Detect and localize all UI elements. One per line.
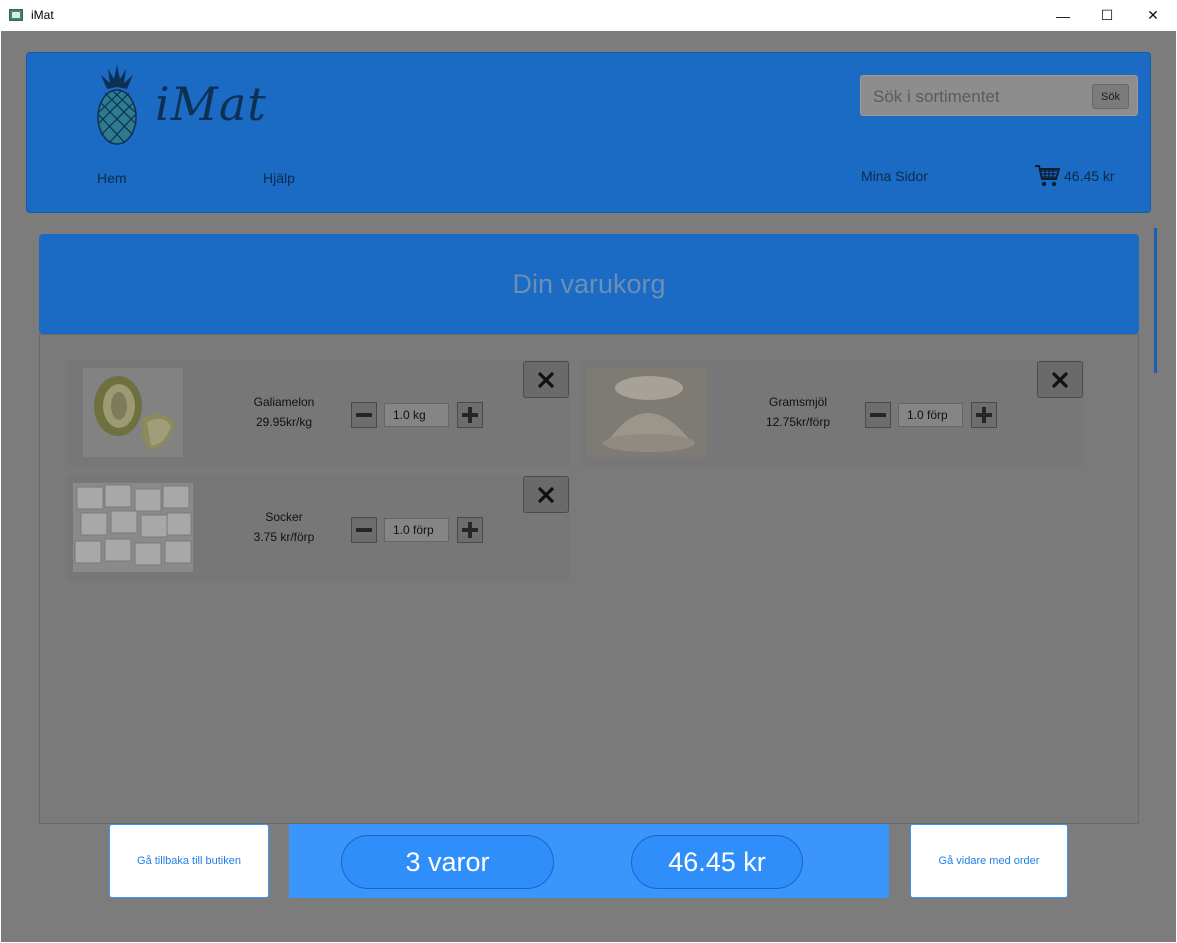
remove-item-button[interactable] [1037, 361, 1083, 398]
header-cart-total[interactable]: 46.45 kr [1064, 168, 1115, 184]
increase-quantity-button[interactable] [457, 517, 483, 543]
product-image-galiamelon [83, 368, 183, 457]
search-field[interactable]: Sök i sortimentet Sök [860, 75, 1138, 116]
item-price: 3.75 kr/förp [253, 530, 315, 544]
minimize-button[interactable]: — [1040, 0, 1086, 31]
back-to-store-button[interactable]: Gå tillbaka till butiken [109, 824, 269, 898]
cart-items-panel: Galiamelon 29.95kr/kg 1.0 kg Gramsmjöl 1… [39, 334, 1139, 824]
app-client-area: iMat Sök i sortimentet Sök Hem Hjälp Min… [1, 31, 1176, 942]
page-title: Din varukorg [512, 268, 666, 299]
window-titlebar: iMat — ☐ ✕ [0, 0, 1177, 31]
product-image-socker [73, 483, 193, 572]
logo-text[interactable]: iMat [155, 77, 267, 131]
proceed-to-order-button[interactable]: Gå vidare med order [910, 824, 1068, 898]
nav-my-pages[interactable]: Mina Sidor [861, 168, 928, 184]
nav-help[interactable]: Hjälp [263, 170, 295, 186]
item-name: Galiamelon [253, 395, 315, 409]
cart-item: Galiamelon 29.95kr/kg 1.0 kg [67, 360, 570, 466]
increase-quantity-button[interactable] [457, 402, 483, 428]
quantity-field[interactable]: 1.0 kg [384, 403, 449, 427]
remove-item-button[interactable] [523, 476, 569, 513]
window-title: iMat [31, 8, 54, 22]
decrease-quantity-button[interactable] [351, 517, 377, 543]
pineapple-logo-icon [97, 65, 137, 145]
quantity-field[interactable]: 1.0 förp [898, 403, 963, 427]
cart-item: Gramsmjöl 12.75kr/förp 1.0 förp [581, 360, 1084, 466]
cart-summary-bar: 3 varor 46.45 kr [289, 824, 889, 898]
scrollbar[interactable] [1154, 228, 1157, 373]
item-price: 12.75kr/förp [765, 415, 831, 429]
cart-total-badge: 46.45 kr [631, 835, 803, 889]
search-button[interactable]: Sök [1092, 84, 1129, 109]
nav-home[interactable]: Hem [97, 170, 127, 186]
maximize-button[interactable]: ☐ [1084, 0, 1130, 31]
close-icon [537, 371, 555, 388]
item-name: Gramsmjöl [768, 395, 827, 409]
cart-banner: Din varukorg [39, 234, 1139, 334]
shopping-cart-icon[interactable] [1034, 164, 1060, 188]
item-count-badge: 3 varor [341, 835, 554, 889]
decrease-quantity-button[interactable] [351, 402, 377, 428]
cart-item: Socker 3.75 kr/förp 1.0 förp [67, 475, 570, 581]
header: iMat Sök i sortimentet Sök Hem Hjälp Min… [26, 52, 1151, 213]
remove-item-button[interactable] [523, 361, 569, 398]
decrease-quantity-button[interactable] [865, 402, 891, 428]
item-name: Socker [265, 510, 303, 524]
close-icon [537, 486, 555, 503]
search-placeholder[interactable]: Sök i sortimentet [873, 87, 1000, 107]
app-icon [9, 9, 23, 21]
increase-quantity-button[interactable] [971, 402, 997, 428]
close-window-button[interactable]: ✕ [1130, 0, 1176, 31]
quantity-field[interactable]: 1.0 förp [384, 518, 449, 542]
close-icon [1051, 371, 1069, 388]
product-image-gramsmjol [587, 368, 707, 457]
item-price: 29.95kr/kg [255, 415, 313, 429]
